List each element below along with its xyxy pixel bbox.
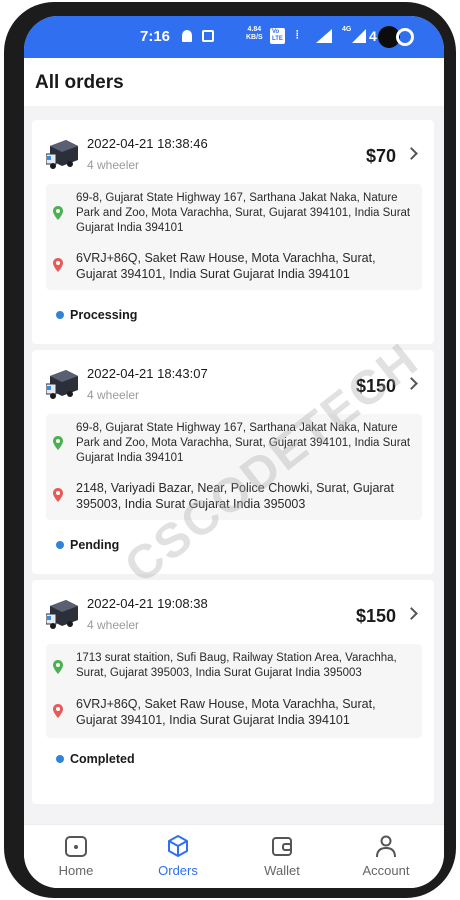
address-box: 69-8, Gujarat State Highway 167, Sarthan… [46, 184, 422, 290]
order-datetime: 2022-04-21 18:38:46 [87, 136, 208, 151]
order-card[interactable]: 2022-04-21 18:38:46 4 wheeler $70 69-8, … [32, 120, 434, 344]
vibrate-icon: ⦙ [296, 29, 299, 41]
image-icon [202, 30, 214, 42]
status-label: Completed [70, 752, 135, 766]
drop-pin-icon [53, 258, 63, 272]
vehicle-type: 4 wheeler [87, 388, 140, 402]
order-datetime: 2022-04-21 18:43:07 [87, 366, 208, 381]
status-dot [56, 541, 64, 549]
network-speed: 4.84 KB/S [246, 26, 263, 42]
order-price: $150 [355, 606, 396, 626]
speed-value: 4.84 [247, 26, 262, 33]
phone-frame: 7:16 4.84 KB/S VoLTE ⦙ 4G 4 All orders [4, 2, 456, 898]
address-box: 69-8, Gujarat State Highway 167, Sarthan… [46, 414, 422, 520]
signal-icon-2 [352, 29, 366, 43]
truck-icon [46, 370, 78, 399]
bell-icon [182, 30, 192, 42]
status-label: Pending [70, 538, 120, 552]
truck-icon [46, 140, 78, 169]
chevron-right-icon[interactable] [405, 377, 418, 390]
battery-icon [396, 28, 414, 46]
status-bar: 7:16 4.84 KB/S Vo LTE ⦙ 4G 4 [24, 16, 444, 58]
nav-wallet[interactable]: Wallet [242, 833, 322, 878]
order-status: Processing [56, 308, 137, 322]
drop-address: 2148, Variyadi Bazar, Near, Police Chowk… [76, 481, 394, 511]
nav-orders[interactable]: Orders [138, 833, 218, 878]
pickup-pin-icon [53, 660, 63, 674]
bottom-nav: Home Orders Wallet Account [24, 824, 444, 888]
battery-level: 4 [369, 28, 377, 44]
truck-icon [46, 600, 78, 629]
page-title: All orders [35, 72, 124, 93]
wallet-icon [272, 837, 292, 856]
status-time: 7:16 [140, 28, 171, 45]
speed-unit: KB/S [246, 34, 263, 41]
drop-address: 6VRJ+86Q, Saket Raw House, Mota Varachha… [76, 697, 376, 727]
screen: 7:16 4.84 KB/S VoLTE ⦙ 4G 4 All orders [24, 16, 444, 888]
order-status: Pending [56, 538, 119, 552]
nav-home-label: Home [58, 863, 94, 878]
order-status: Completed [56, 752, 135, 766]
signal-icon [316, 29, 332, 43]
pickup-pin-icon [53, 436, 63, 450]
order-datetime: 2022-04-21 19:08:38 [87, 596, 208, 611]
app-bar: All orders [24, 58, 444, 106]
power-button [450, 174, 456, 244]
order-price: $70 [365, 146, 396, 166]
nav-orders-label: Orders [158, 863, 198, 878]
box-icon [168, 835, 188, 857]
status-dot [56, 311, 64, 319]
order-price: $150 [355, 376, 396, 396]
volte-badge: Vo LTE [270, 28, 285, 44]
home-icon [65, 836, 87, 857]
nav-home[interactable]: Home [36, 833, 116, 878]
vehicle-type: 4 wheeler [87, 618, 140, 632]
nav-account[interactable]: Account [346, 833, 426, 878]
status-dot [56, 755, 64, 763]
nav-wallet-label: Wallet [264, 863, 300, 878]
chevron-right-icon[interactable] [405, 607, 418, 620]
vehicle-type: 4 wheeler [87, 158, 140, 172]
person-icon [376, 835, 396, 858]
address-box: 1713 surat staition, Sufi Baug, Railway … [46, 644, 422, 738]
chevron-right-icon[interactable] [405, 147, 418, 160]
pickup-pin-icon [53, 206, 63, 220]
volume-up-button [4, 174, 10, 244]
status-label: Processing [70, 308, 138, 322]
order-card[interactable]: 2022-04-21 18:43:07 4 wheeler $150 69-8,… [32, 350, 434, 574]
order-card[interactable]: 2022-04-21 19:08:38 4 wheeler $150 1713 … [32, 580, 434, 804]
drop-pin-icon [53, 704, 63, 718]
volume-down-button [4, 252, 10, 322]
network-type: 4G [342, 26, 352, 33]
pickup-address: 69-8, Gujarat State Highway 167, Sarthan… [76, 192, 411, 234]
pickup-address: 1713 surat staition, Sufi Baug, Railway … [76, 652, 397, 679]
drop-pin-icon [53, 488, 63, 502]
pickup-address: 69-8, Gujarat State Highway 167, Sarthan… [76, 422, 411, 464]
drop-address: 6VRJ+86Q, Saket Raw House, Mota Varachha… [76, 251, 376, 281]
nav-account-label: Account [362, 863, 410, 878]
